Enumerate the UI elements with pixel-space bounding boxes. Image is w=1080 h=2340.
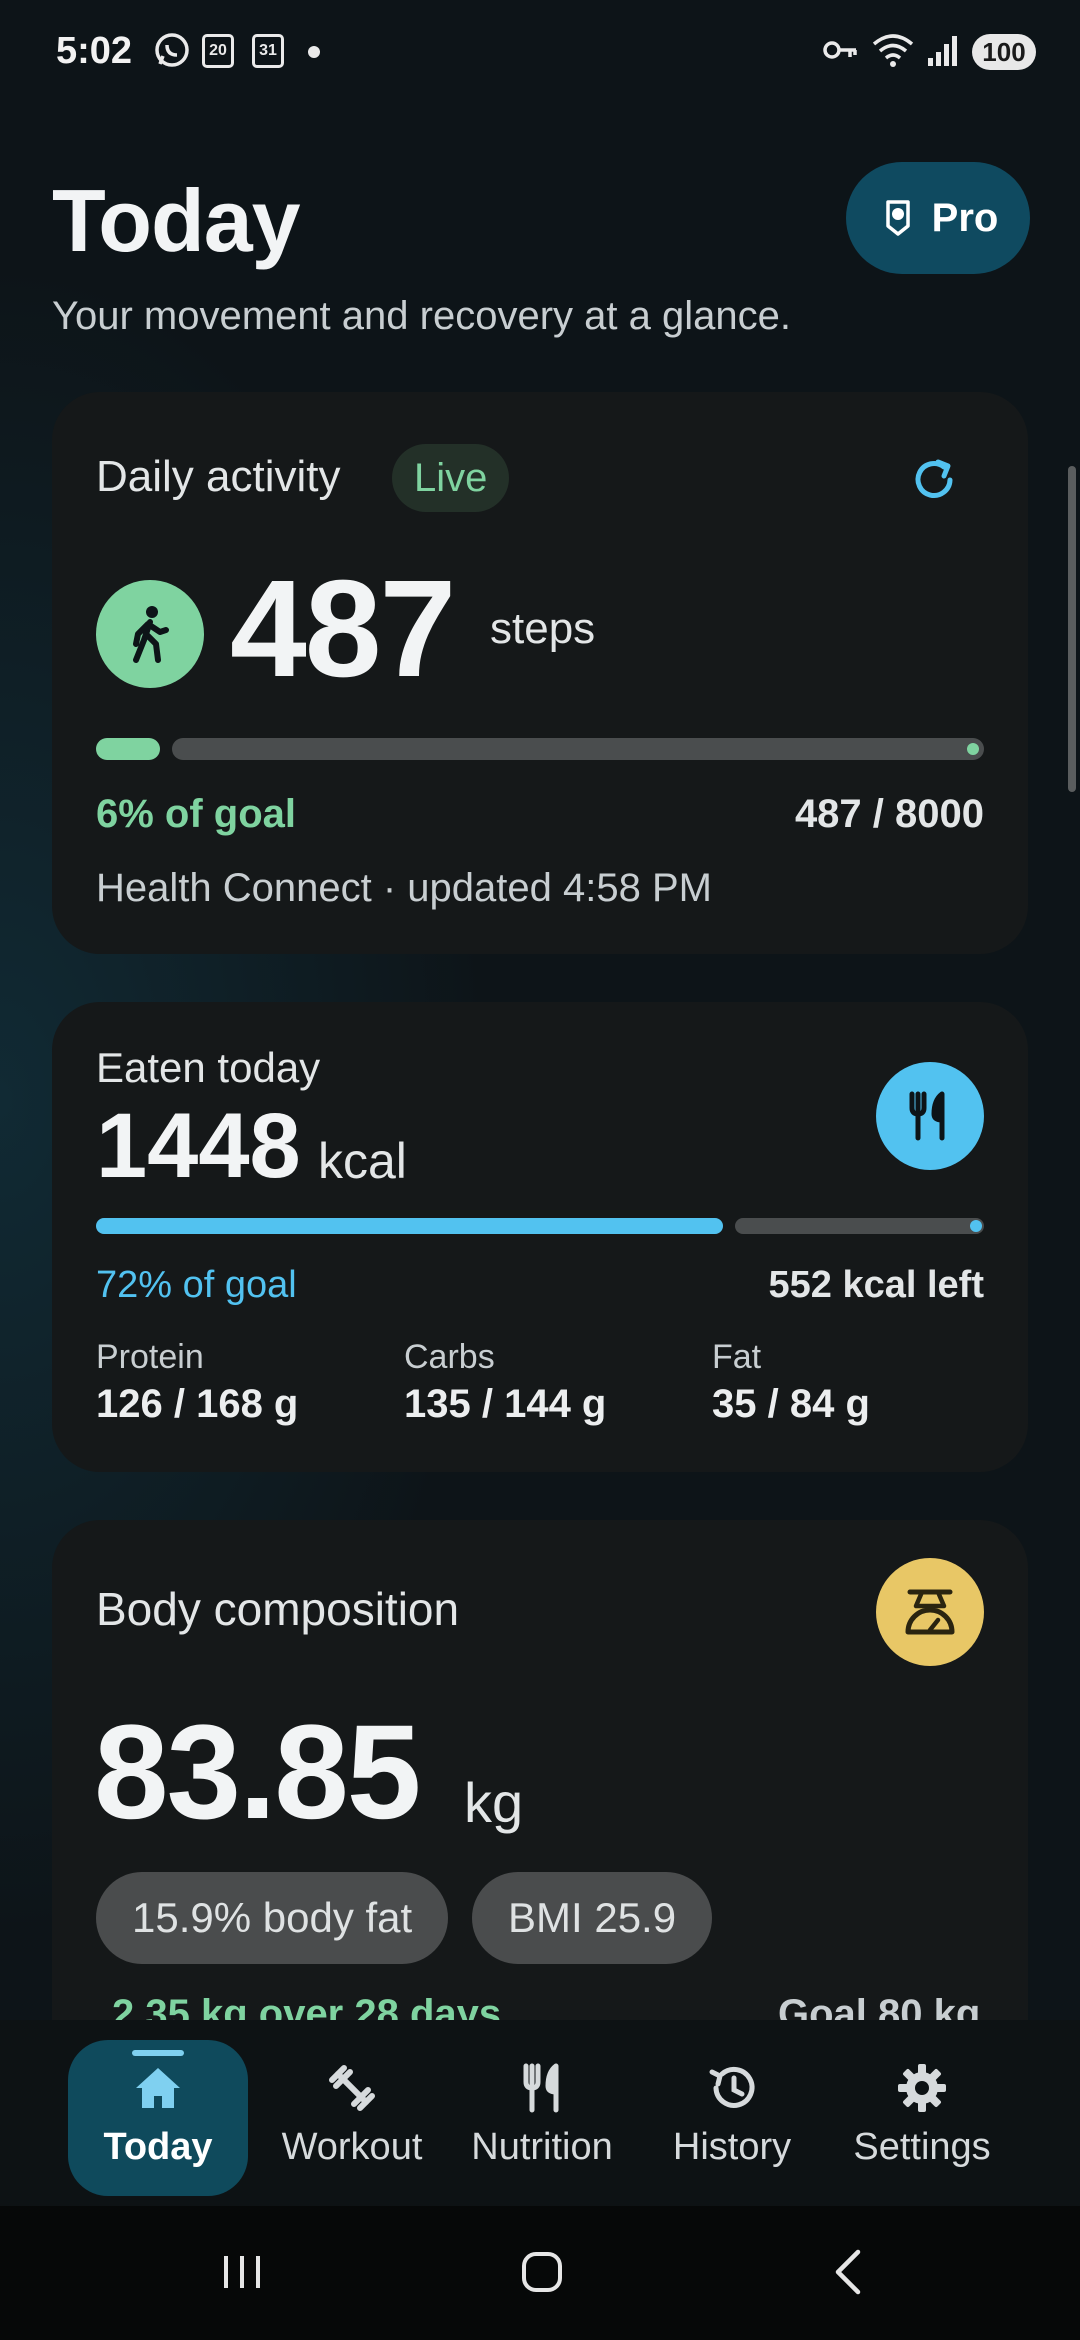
calendar-icon-2: 31 [252, 34, 284, 68]
eaten-today-card[interactable]: Eaten today 1448 kcal 72% of goal 552 kc… [52, 1002, 1028, 1472]
page-title: Today [52, 171, 301, 270]
nav-nutrition-label: Nutrition [471, 2126, 613, 2168]
refresh-icon[interactable] [908, 454, 960, 506]
steps-progress-track [172, 738, 984, 760]
macro-carbs-label: Carbs [404, 1338, 495, 1376]
dumbbell-icon [329, 2065, 375, 2111]
battery-indicator: 100 [972, 34, 1036, 70]
key-icon [823, 41, 857, 59]
walking-icon [133, 606, 169, 663]
nav-settings-label: Settings [853, 2126, 991, 2168]
scrollbar[interactable] [1068, 466, 1076, 792]
utensils-nav-icon [523, 2063, 559, 2113]
home-button-icon[interactable] [512, 2242, 572, 2302]
daily-activity-card: Daily activity Live 487 steps 6% of goal… [52, 392, 1028, 954]
recent-apps-icon[interactable] [212, 2242, 272, 2302]
macro-fat-label: Fat [712, 1338, 762, 1376]
notification-dot [308, 46, 320, 58]
history-icon [709, 2066, 755, 2108]
bottom-navigation: Today Workout Nutrition History Settings [0, 2020, 1080, 2206]
live-badge: Live [392, 444, 510, 512]
nav-settings[interactable]: Settings [832, 2040, 1012, 2196]
nav-nutrition[interactable]: Nutrition [452, 2040, 632, 2196]
page-subtitle: Your movement and recovery at a glance. [52, 294, 791, 338]
weight-value: 83.85 [94, 1698, 421, 1847]
steps-progress-end-dot [967, 743, 979, 755]
system-navigation-bar [0, 2206, 1080, 2340]
nav-workout-label: Workout [281, 2126, 423, 2168]
steps-progress-fill [96, 738, 160, 760]
status-bar: 5:02 20 31 100 [0, 0, 1080, 105]
macro-protein-label: Protein [96, 1338, 204, 1376]
scale-icon [905, 1589, 955, 1635]
bmi-chip: BMI 25.9 [472, 1872, 713, 1964]
eaten-title: Eaten today [96, 1044, 321, 1091]
calendar-day-2: 31 [259, 42, 277, 59]
body-title: Body composition [96, 1583, 460, 1635]
pro-label: Pro [931, 195, 999, 240]
utensils-icon-circle [876, 1062, 984, 1170]
calendar-icon: 20 [202, 34, 234, 68]
nav-history-label: History [672, 2126, 792, 2168]
nav-today-label: Today [103, 2126, 213, 2168]
back-icon[interactable] [820, 2242, 880, 2302]
activity-title: Daily activity [96, 452, 341, 501]
walking-icon-circle [96, 580, 204, 688]
kcal-progress-end-dot [970, 1220, 982, 1232]
nav-active-indicator [132, 2050, 184, 2056]
kcal-progress-track [735, 1218, 984, 1234]
wifi-icon [872, 34, 914, 67]
home-icon [136, 2068, 180, 2108]
macro-fat-value: 35 / 84 g [712, 1382, 870, 1426]
status-time: 5:02 [56, 30, 133, 72]
steps-unit: steps [490, 604, 596, 653]
macro-carbs-value: 135 / 144 g [404, 1382, 607, 1426]
nav-workout[interactable]: Workout [262, 2040, 442, 2196]
whatsapp-icon [155, 33, 189, 67]
kcal-left: 552 kcal left [768, 1264, 984, 1306]
gear-icon [898, 2064, 946, 2112]
signal-icon [928, 36, 957, 66]
nav-today[interactable]: Today [68, 2040, 248, 2196]
kcal-value: 1448 [96, 1095, 301, 1197]
utensils-icon [909, 1091, 945, 1141]
kcal-progress-fill [96, 1218, 723, 1234]
nav-history[interactable]: History [642, 2040, 822, 2196]
scale-icon-circle [876, 1558, 984, 1666]
calendar-day-1: 20 [209, 42, 227, 59]
pro-button[interactable]: Pro [846, 162, 1030, 274]
steps-value: 487 [230, 552, 456, 706]
kcal-goal-percent: 72% of goal [96, 1264, 297, 1306]
activity-source: Health Connect · updated 4:58 PM [96, 866, 712, 910]
steps-goal-percent: 6% of goal [96, 792, 297, 836]
weight-unit: kg [464, 1771, 524, 1834]
kcal-unit: kcal [318, 1133, 407, 1189]
steps-goal-count: 487 / 8000 [794, 792, 984, 836]
body-fat-chip: 15.9% body fat [96, 1872, 449, 1964]
award-icon [885, 200, 910, 236]
macro-protein-value: 126 / 168 g [96, 1382, 299, 1426]
